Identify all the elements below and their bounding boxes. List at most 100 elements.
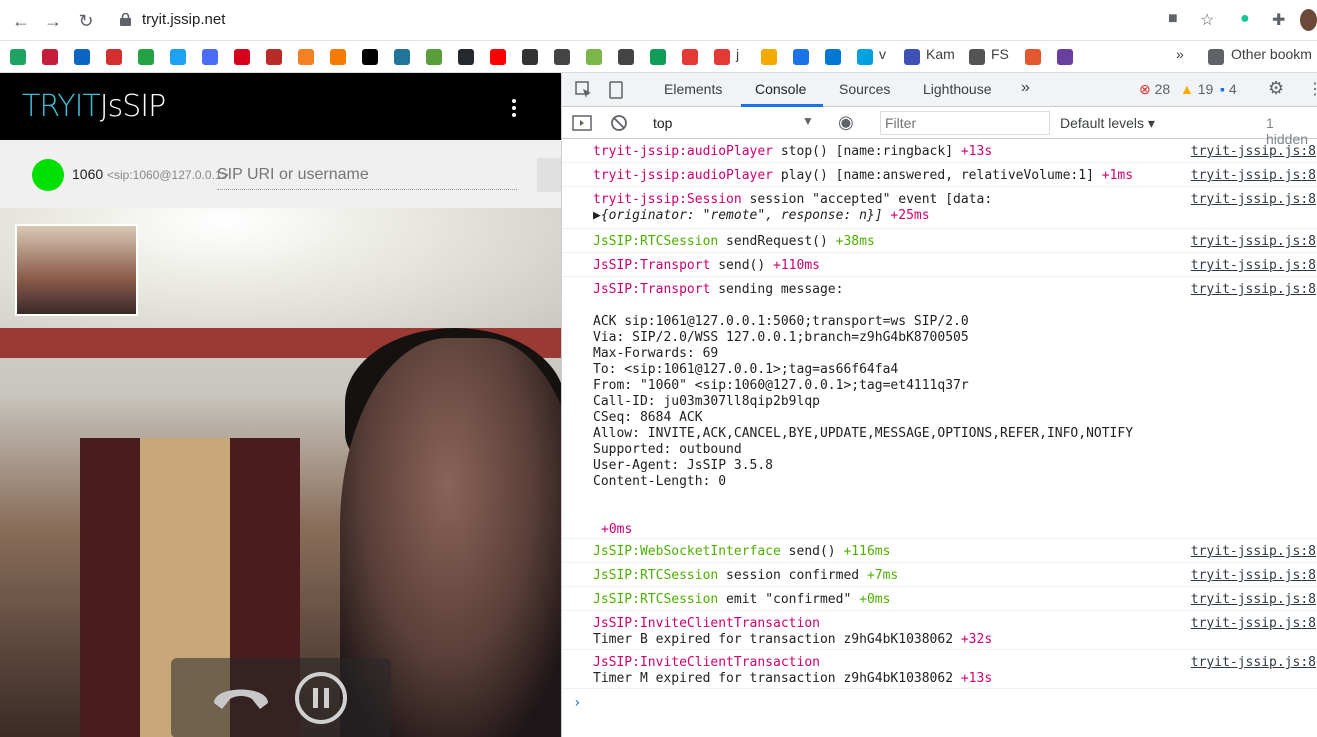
filter-input[interactable] <box>880 111 1050 135</box>
bookmark-icon[interactable] <box>266 49 282 65</box>
console-row: JsSIP:RTCSession emit "confirmed" +0ms tr… <box>562 587 1317 611</box>
bookmark-icon[interactable] <box>362 49 378 65</box>
extensions-icon[interactable]: ✚ <box>1272 10 1285 30</box>
sip-message-line: CSeq: 8684 ACK <box>593 410 703 425</box>
bookmark-label[interactable]: v <box>879 46 886 62</box>
log-delta: +116ms <box>843 544 891 559</box>
tab-sources[interactable]: Sources <box>839 81 890 97</box>
bookmark-icon[interactable] <box>522 49 538 65</box>
other-bookmarks[interactable]: Other bookm <box>1231 46 1312 62</box>
bookmark-icon[interactable] <box>793 49 809 65</box>
bookmark-icon[interactable] <box>969 49 985 65</box>
star-icon[interactable]: ☆ <box>1200 10 1214 30</box>
bookmark-icon[interactable] <box>394 49 410 65</box>
log-levels-dropdown[interactable]: Default levels ▾ <box>1060 115 1155 132</box>
log-namespace: JsSIP:Transport <box>593 282 711 297</box>
bookmark-icon[interactable] <box>10 49 26 65</box>
bookmark-icon[interactable] <box>106 49 122 65</box>
source-link[interactable]: tryit-jssip.js:8 <box>1191 258 1316 273</box>
bookmark-icon[interactable] <box>234 49 250 65</box>
error-count-value: 28 <box>1154 81 1171 97</box>
inspect-icon[interactable] <box>574 80 594 100</box>
source-link[interactable]: tryit-jssip.js:8 <box>1191 168 1316 183</box>
bookmark-icon[interactable] <box>74 49 90 65</box>
warning-count[interactable]: ▲ 19 <box>1180 81 1213 97</box>
clear-console-icon[interactable] <box>609 113 629 133</box>
settings-icon[interactable]: ⚙ <box>1268 78 1284 99</box>
bookmark-icon[interactable] <box>904 49 920 65</box>
tab-lighthouse[interactable]: Lighthouse <box>923 81 992 97</box>
hangup-icon[interactable] <box>210 675 272 715</box>
source-link[interactable]: tryit-jssip.js:8 <box>1191 655 1316 670</box>
source-link[interactable]: tryit-jssip.js:8 <box>1191 616 1316 631</box>
forward-icon[interactable]: → <box>42 10 64 32</box>
bookmark-icon[interactable] <box>761 49 777 65</box>
pause-icon[interactable] <box>295 672 347 724</box>
console-prompt[interactable]: › <box>573 695 581 711</box>
console-output: tryit-jssip:audioPlayer stop() [name:rin… <box>562 139 1317 737</box>
bookmark-label[interactable]: FS <box>991 46 1009 62</box>
reload-icon[interactable]: ↻ <box>75 10 97 32</box>
context-dropdown-icon[interactable]: ▼ <box>802 114 814 128</box>
context-select[interactable]: top <box>653 115 672 131</box>
source-link[interactable]: tryit-jssip.js:8 <box>1191 144 1316 159</box>
address-bar[interactable]: tryit.jssip.net <box>108 6 1228 35</box>
message-count[interactable]: ▪ 4 <box>1220 81 1237 97</box>
sip-uri-input[interactable] <box>217 160 517 190</box>
back-icon[interactable]: ← <box>10 10 32 32</box>
source-link[interactable]: tryit-jssip.js:8 <box>1191 192 1316 207</box>
camera-icon[interactable]: ■ <box>1168 10 1178 28</box>
grammarly-icon[interactable]: ● <box>1240 10 1250 28</box>
bookmarks-overflow-icon[interactable]: » <box>1176 46 1184 62</box>
log-delta: +1ms <box>1101 168 1134 183</box>
call-button[interactable] <box>537 158 561 192</box>
bookmark-icon[interactable] <box>618 49 634 65</box>
log-namespace: JsSIP:InviteClientTransaction <box>593 616 820 631</box>
error-count[interactable]: ⊗ 28 <box>1139 81 1170 98</box>
log-namespace: JsSIP:Transport <box>593 258 711 273</box>
eye-icon[interactable]: ◉ <box>838 112 854 133</box>
video-curtain-left <box>80 438 140 737</box>
bookmark-icon[interactable] <box>554 49 570 65</box>
bookmark-icon[interactable] <box>458 49 474 65</box>
source-link[interactable]: tryit-jssip.js:8 <box>1191 592 1316 607</box>
menu-icon[interactable] <box>512 99 518 120</box>
bookmark-icon[interactable] <box>138 49 154 65</box>
source-link[interactable]: tryit-jssip.js:8 <box>1191 544 1316 559</box>
source-link[interactable]: tryit-jssip.js:8 <box>1191 282 1316 297</box>
bookmark-icon[interactable] <box>170 49 186 65</box>
log-text: send() <box>710 258 774 273</box>
log-detail[interactable]: ▶{originator: "remote", response: n}] <box>593 208 890 223</box>
bookmark-label[interactable]: Kam <box>926 46 955 62</box>
avatar[interactable] <box>1300 9 1317 31</box>
bookmark-label[interactable]: j <box>736 46 739 62</box>
tab-elements[interactable]: Elements <box>664 81 722 97</box>
bookmark-icon[interactable] <box>586 49 602 65</box>
source-link[interactable]: tryit-jssip.js:8 <box>1191 568 1316 583</box>
log-text: send() <box>780 544 844 559</box>
bookmark-icon[interactable] <box>682 49 698 65</box>
console-message: tryit-jssip:audioPlayer stop() [name:rin… <box>593 144 992 160</box>
bookmark-icon[interactable] <box>825 49 841 65</box>
lock-icon <box>120 13 131 26</box>
bookmark-icon[interactable] <box>714 49 730 65</box>
bookmark-icon[interactable] <box>490 49 506 65</box>
bookmark-icon[interactable] <box>857 49 873 65</box>
log-text: emit "confirmed" <box>718 592 860 607</box>
bookmark-icon[interactable] <box>298 49 314 65</box>
bookmark-icon[interactable] <box>42 49 58 65</box>
bookmark-icon[interactable] <box>202 49 218 65</box>
warning-count-value: 19 <box>1197 81 1214 97</box>
bookmark-icon[interactable] <box>330 49 346 65</box>
tab-console[interactable]: Console <box>755 81 806 97</box>
more-tabs-icon[interactable]: » <box>1021 79 1030 97</box>
sidebar-toggle-icon[interactable] <box>572 113 592 133</box>
bookmark-icon[interactable] <box>650 49 666 65</box>
more-options-icon[interactable]: ⋮ <box>1307 79 1317 99</box>
log-levels-label: Default levels <box>1060 115 1145 131</box>
bookmark-icon[interactable] <box>426 49 442 65</box>
bookmark-icon[interactable] <box>1025 49 1041 65</box>
source-link[interactable]: tryit-jssip.js:8 <box>1191 234 1316 249</box>
device-toggle-icon[interactable] <box>606 80 626 100</box>
bookmark-icon[interactable] <box>1057 49 1073 65</box>
